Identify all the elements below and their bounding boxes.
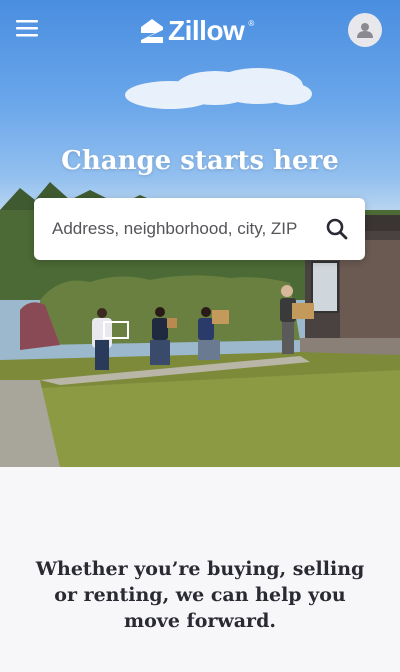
zillow-logo[interactable]: Zillow ® — [140, 15, 255, 46]
logo-text: Zillow — [168, 15, 245, 46]
search-icon — [326, 218, 348, 240]
search-box — [34, 198, 365, 260]
hero-headline: Change starts here — [61, 146, 339, 176]
search-input[interactable] — [34, 198, 314, 260]
hamburger-menu-icon — [16, 20, 38, 37]
logo-registered-mark: ® — [248, 18, 255, 28]
user-avatar-button[interactable] — [348, 13, 382, 47]
search-button[interactable] — [321, 213, 353, 245]
user-avatar-icon — [357, 23, 373, 38]
top-bar: Zillow ® — [0, 0, 400, 60]
menu-button[interactable] — [14, 15, 40, 41]
zillow-z-icon — [141, 19, 163, 43]
cloud — [125, 68, 312, 109]
tagline: Whether you’re buying, selling or rentin… — [35, 558, 365, 632]
hero-banner: Zillow ® Change starts here — [0, 0, 400, 467]
